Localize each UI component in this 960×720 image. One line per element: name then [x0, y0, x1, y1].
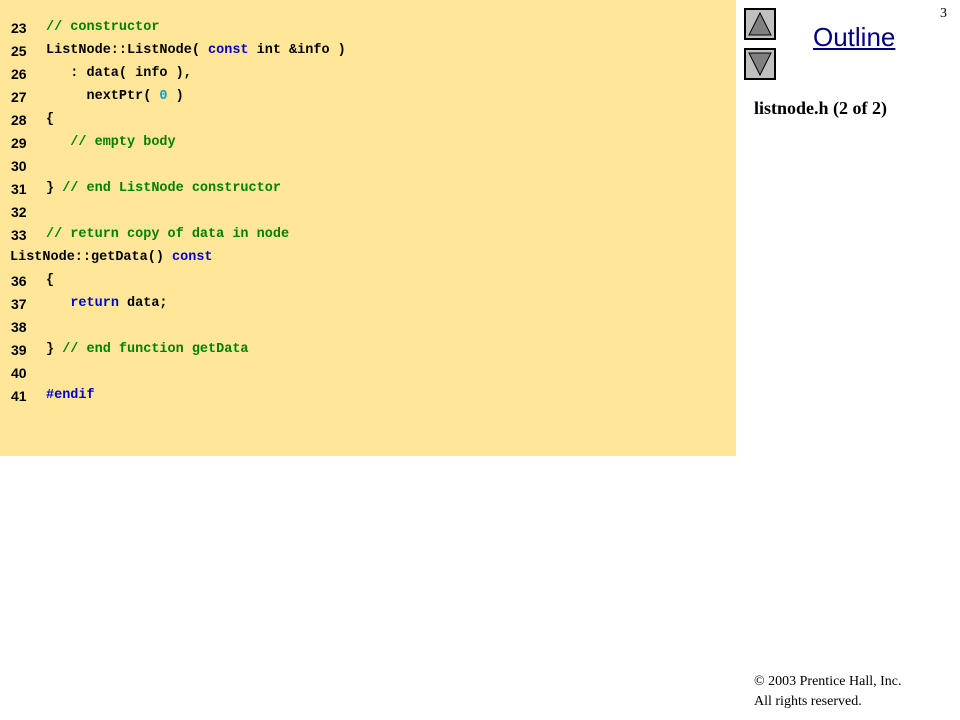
- code-text: // empty body: [46, 133, 176, 153]
- code-text: return data;: [46, 294, 168, 314]
- copyright-line: © 2003 Prentice Hall, Inc.: [754, 674, 902, 689]
- line-number: 29: [11, 135, 27, 151]
- line-number: 38: [11, 319, 27, 335]
- code-line: ListNode::getData() const: [0, 248, 736, 268]
- code-token-comment: // return copy of data in node: [46, 227, 290, 242]
- line-number: 41: [11, 388, 27, 404]
- code-text: : data( info ),: [46, 64, 192, 84]
- line-number: 30: [11, 158, 27, 174]
- line-number: 40: [11, 365, 27, 381]
- code-line: 31} // end ListNode constructor: [0, 179, 736, 199]
- code-token-plain: ): [167, 89, 184, 104]
- code-token-plain: nextPtr(: [46, 89, 160, 104]
- code-text: // return copy of data in node: [46, 225, 289, 245]
- code-token-plain: }: [46, 342, 63, 357]
- code-text: {: [46, 110, 54, 130]
- line-number: 23: [11, 20, 27, 36]
- line-number: 39: [11, 342, 27, 358]
- code-line: 23 // constructor: [0, 18, 736, 38]
- line-number: 28: [11, 112, 27, 128]
- code-token-comment: // end function getData: [62, 342, 249, 357]
- code-line: 27 nextPtr( 0 ): [0, 87, 736, 107]
- code-text: ListNode::ListNode( const int &info ): [46, 41, 346, 61]
- code-line: 41 #endif: [0, 386, 736, 406]
- code-token-plain: {: [46, 112, 55, 127]
- code-line: 38: [0, 317, 736, 337]
- page-number: 3: [940, 6, 947, 21]
- code-line: 32: [0, 202, 736, 222]
- code-line: 37 return data;: [0, 294, 736, 314]
- file-caption: listnode.h (2 of 2): [754, 98, 888, 118]
- line-number: 25: [11, 43, 27, 59]
- code-line: 33 // return copy of data in node: [0, 225, 736, 245]
- code-line: 28 {: [0, 110, 736, 130]
- code-token-number: 0: [159, 89, 168, 104]
- line-number: 26: [11, 66, 27, 82]
- code-text: // constructor: [46, 18, 159, 38]
- copyright-notice: © 2003 Prentice Hall, Inc. All rights re…: [754, 672, 902, 712]
- line-number: 36: [11, 273, 27, 289]
- outline-link[interactable]: Outline: [813, 22, 895, 52]
- triangle-down-icon: [748, 52, 772, 77]
- code-line: 30: [0, 156, 736, 176]
- code-line: 26 : data( info ),: [0, 64, 736, 84]
- code-token-plain: : data( info ),: [46, 66, 192, 81]
- line-number: 31: [11, 181, 27, 197]
- code-panel: 23 // constructor25 ListNode::ListNode( co…: [0, 0, 736, 456]
- line-number: 32: [11, 204, 27, 220]
- line-number: 37: [11, 296, 27, 312]
- code-line: 39} // end function getData: [0, 340, 736, 360]
- code-token-plain: ListNode::getData(): [10, 250, 173, 265]
- code-token-keyword: return: [70, 296, 119, 311]
- code-token-plain: data;: [118, 296, 168, 311]
- previous-slide-button[interactable]: [744, 8, 776, 40]
- code-text: {: [46, 271, 54, 291]
- code-token-plain: int &info ): [248, 43, 346, 58]
- code-token-plain: }: [46, 181, 63, 196]
- code-token-keyword: #endif: [46, 388, 95, 403]
- line-number: 27: [11, 89, 27, 105]
- code-text: } // end ListNode constructor: [46, 179, 281, 199]
- code-text: #endif: [46, 386, 95, 406]
- line-number: 33: [11, 227, 27, 243]
- code-text: } // end function getData: [46, 340, 249, 360]
- triangle-up-icon: [748, 11, 772, 36]
- code-token-keyword: const: [208, 43, 249, 58]
- code-token-plain: {: [46, 273, 55, 288]
- code-token-comment: // constructor: [46, 20, 160, 35]
- code-token-keyword: const: [172, 250, 213, 265]
- code-text: nextPtr( 0 ): [46, 87, 184, 107]
- code-token-comment: // empty body: [46, 135, 176, 150]
- code-line: 25 ListNode::ListNode( const int &info ): [0, 41, 736, 61]
- code-line: 40: [0, 363, 736, 383]
- code-token-plain: ListNode::ListNode(: [46, 43, 209, 58]
- code-line: 36 {: [0, 271, 736, 291]
- code-text: ListNode::getData() const: [10, 248, 213, 268]
- next-slide-button[interactable]: [744, 48, 776, 80]
- rights-line: All rights reserved.: [754, 694, 862, 709]
- code-token-comment: // end ListNode constructor: [62, 181, 281, 196]
- code-line: 29 // empty body: [0, 133, 736, 153]
